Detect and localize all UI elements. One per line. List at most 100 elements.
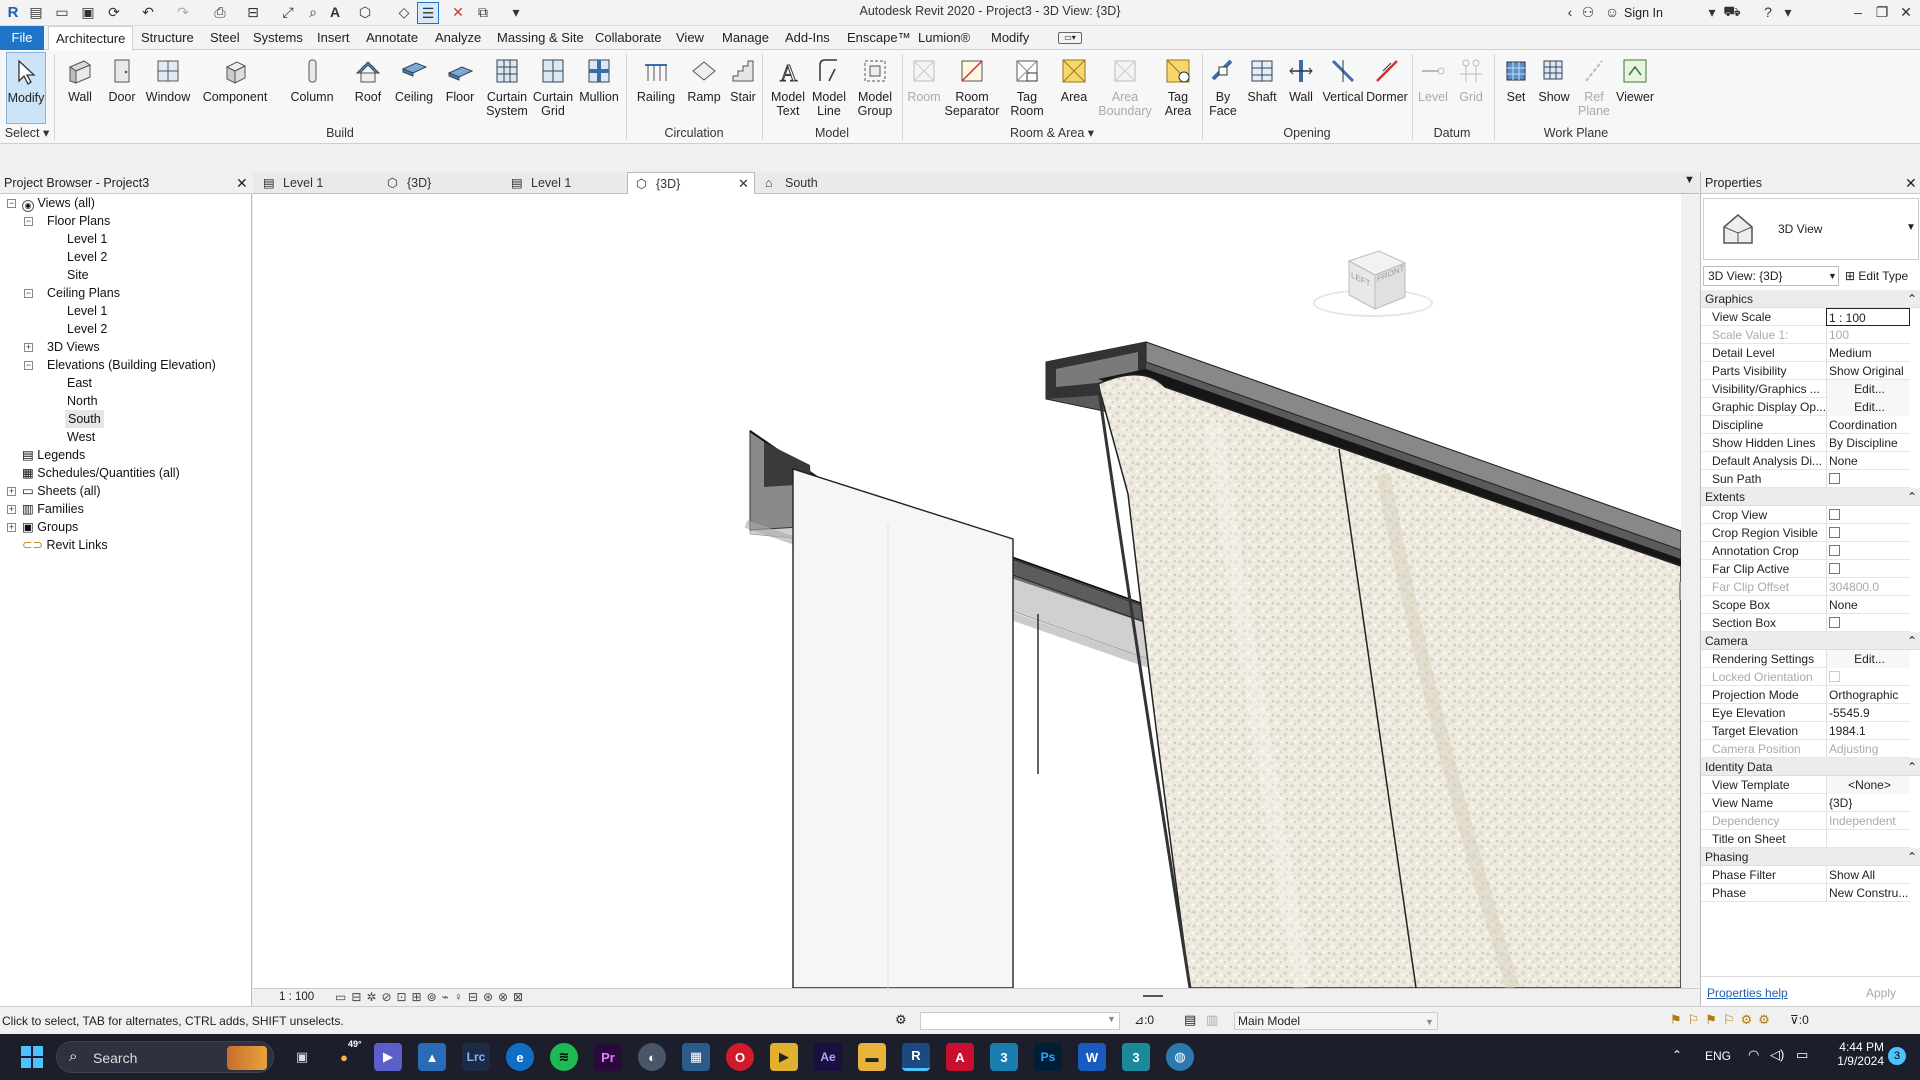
close-icon[interactable]: ✕	[1898, 4, 1914, 20]
far-clip-checkbox[interactable]	[1829, 563, 1840, 574]
prop-far-clip-active[interactable]: Far Clip Active	[1701, 560, 1910, 578]
prop-view-name[interactable]: View Name {3D}	[1701, 794, 1910, 812]
section-camera[interactable]: Camera ⌃	[1701, 632, 1920, 650]
tab-modify[interactable]: Modify	[984, 26, 1036, 50]
model-text-button[interactable]: A Model Text	[768, 52, 808, 124]
view-scale-input[interactable]: 1 : 100	[1826, 308, 1910, 326]
wall-button[interactable]: Wall	[62, 52, 98, 124]
task-view-icon[interactable]: ▣	[288, 1043, 316, 1071]
view-scale-control[interactable]: 1 : 100	[279, 991, 314, 1003]
ref-plane-button[interactable]: Ref Plane	[1574, 52, 1614, 124]
panel-select-label[interactable]: Select ▾	[4, 124, 50, 142]
level-button[interactable]: Level	[1416, 52, 1450, 124]
revit-taskbar-icon[interactable]: R	[902, 1043, 930, 1071]
windows-start-icon[interactable]	[18, 1043, 46, 1071]
prop-annotation-crop[interactable]: Annotation Crop	[1701, 542, 1910, 560]
sync-icon[interactable]: ⟳	[106, 4, 122, 20]
sign-in-dropdown-icon[interactable]: ▾	[1704, 4, 1720, 20]
modify-button[interactable]: Modify	[6, 52, 46, 124]
tab-3d[interactable]: ⬡ {3D}	[379, 172, 501, 194]
notification-badge[interactable]: 3	[1888, 1047, 1906, 1065]
tree-item-floor-level-2[interactable]: Level 2	[67, 248, 107, 266]
tab-annotate[interactable]: Annotate	[359, 26, 425, 50]
apply-button[interactable]: Apply	[1851, 984, 1911, 1002]
tabs-dropdown-icon[interactable]: ▼	[1684, 174, 1695, 186]
prop-show-hidden-lines[interactable]: Show Hidden Lines By Discipline	[1701, 434, 1910, 452]
home-icon[interactable]: ▤	[28, 4, 44, 20]
expand-toggle[interactable]: +	[7, 523, 16, 532]
tree-item-sheets[interactable]: ▭ Sheets (all)	[22, 482, 101, 500]
chevron-down-icon[interactable]: ▼	[1906, 222, 1916, 233]
shaft-button[interactable]: Shaft	[1244, 52, 1280, 124]
ribbon-minimize-icon[interactable]: ▭▾	[1058, 32, 1082, 44]
tab-architecture[interactable]: Architecture	[48, 26, 134, 50]
close-icon[interactable]: ✕	[1905, 175, 1917, 192]
revit-logo-icon[interactable]: R	[5, 4, 21, 21]
instance-filter[interactable]: 3D View: {3D} ▼	[1703, 266, 1839, 286]
annotation-crop-checkbox[interactable]	[1829, 545, 1840, 556]
photos-icon[interactable]: ▲	[418, 1043, 446, 1071]
door-button[interactable]: Door	[104, 52, 140, 124]
tab-collaborate[interactable]: Collaborate	[588, 26, 669, 50]
editable-only-icon[interactable]: ▤	[1184, 1012, 1196, 1028]
properties-help-link[interactable]: Properties help	[1707, 986, 1788, 1000]
tab-add-ins[interactable]: Add-Ins	[778, 26, 837, 50]
3dsmax-alt-icon[interactable]: 3	[1122, 1043, 1150, 1071]
tray-overflow-icon[interactable]: ⌃	[1672, 1048, 1682, 1062]
vertical-button[interactable]: Vertical	[1320, 52, 1366, 124]
viewer-button[interactable]: Viewer	[1614, 52, 1656, 124]
expand-toggle[interactable]: +	[24, 343, 33, 352]
dimension-icon[interactable]: ⤢	[280, 4, 296, 20]
expand-toggle[interactable]: +	[7, 505, 16, 514]
ramp-button[interactable]: Ramp	[686, 52, 722, 124]
tree-item-schedules[interactable]: ▦ Schedules/Quantities (all)	[22, 464, 180, 482]
battery-icon[interactable]: ▭	[1796, 1047, 1808, 1063]
tree-item-west[interactable]: West	[67, 428, 95, 446]
tree-item-elevations[interactable]: Elevations (Building Elevation)	[47, 356, 216, 374]
expand-toggle[interactable]: +	[7, 487, 16, 496]
file-explorer-icon[interactable]: ▬	[858, 1043, 886, 1071]
tree-item-floor-level-1[interactable]: Level 1	[67, 230, 107, 248]
help-dropdown-icon[interactable]: ▾	[1780, 4, 1796, 20]
tab-analyze[interactable]: Analyze	[428, 26, 488, 50]
roof-button[interactable]: Roof	[350, 52, 386, 124]
premiere-icon[interactable]: Pr	[594, 1043, 622, 1071]
collapse-toggle[interactable]: −	[24, 217, 33, 226]
room-separator-button[interactable]: Room Separator	[945, 52, 999, 124]
prop-target-elevation[interactable]: Target Elevation 1984.1	[1701, 722, 1910, 740]
curtain-grid-button[interactable]: Curtain Grid	[532, 52, 574, 124]
tree-item-floor-plans[interactable]: Floor Plans	[47, 212, 110, 230]
model-group-button[interactable]: Model Group	[852, 52, 898, 124]
tab-massing-site[interactable]: Massing & Site	[490, 26, 591, 50]
tag-icon[interactable]: ⌕	[305, 4, 321, 20]
collapse-toggle[interactable]: −	[24, 361, 33, 370]
print-icon[interactable]: ⎙	[212, 4, 228, 20]
minimize-icon[interactable]: –	[1850, 4, 1866, 20]
tab-insert[interactable]: Insert	[310, 26, 357, 50]
section-phasing[interactable]: Phasing ⌃	[1701, 848, 1920, 866]
cart-icon[interactable]: ⛟	[1723, 3, 1741, 20]
tab-view[interactable]: View	[669, 26, 711, 50]
after-effects-icon[interactable]: Ae	[814, 1043, 842, 1071]
rendering-edit-button[interactable]: Edit...	[1826, 650, 1910, 668]
photoshop-icon[interactable]: Ps	[1034, 1043, 1062, 1071]
tab-3d-active[interactable]: ⬡ {3D} ✕	[627, 172, 755, 194]
spotify-icon[interactable]: ≋	[550, 1043, 578, 1071]
tab-south[interactable]: ⌂ South	[757, 172, 879, 194]
binoculars-icon[interactable]: ⚇	[1580, 4, 1596, 20]
show-button[interactable]: Show	[1536, 52, 1572, 124]
globe-app-icon[interactable]: ◍	[1166, 1043, 1194, 1071]
3d-viewport[interactable]: LEFT FRONT	[253, 194, 1681, 988]
tree-item-revit-links[interactable]: ⊂⊃ Revit Links	[22, 536, 108, 554]
model-line-button[interactable]: Model Line	[810, 52, 848, 124]
collapse-toggle[interactable]: −	[7, 199, 16, 208]
worksets-icon[interactable]: ⚙	[895, 1012, 907, 1028]
tab-systems[interactable]: Systems	[246, 26, 310, 50]
calculator-icon[interactable]: ▦	[682, 1043, 710, 1071]
tab-steel[interactable]: Steel	[203, 26, 247, 50]
section-extents[interactable]: Extents ⌃	[1701, 488, 1920, 506]
media-player-icon[interactable]: ▶	[770, 1043, 798, 1071]
collapse-toggle[interactable]: −	[24, 289, 33, 298]
crop-view-checkbox[interactable]	[1829, 509, 1840, 520]
close-icon[interactable]: ✕	[738, 173, 749, 195]
